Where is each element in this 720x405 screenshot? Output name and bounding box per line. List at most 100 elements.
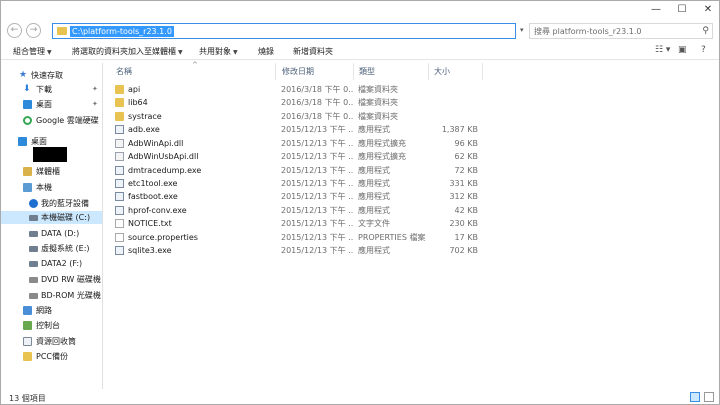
nav-scrollbar[interactable] [102, 63, 103, 389]
file-date: 2015/12/13 下午 ... [281, 233, 353, 242]
column-header-name[interactable]: 名稱 [116, 66, 132, 77]
file-row[interactable]: etc1tool.exe 2015/12/13 下午 ... 應用程式 331 … [112, 177, 482, 190]
column-separator[interactable] [353, 63, 354, 80]
desktop-icon [23, 100, 32, 109]
nav-item-google-drive[interactable]: Google 雲端硬碟 [1, 114, 102, 127]
exe-file-icon [115, 125, 124, 134]
search-box[interactable]: 搜尋 platform-tools_r23.1.0 ⚲ [529, 23, 713, 39]
nav-item-label: 媒體櫃 [36, 167, 60, 176]
nav-item-network[interactable]: 網路 [1, 304, 102, 317]
file-row[interactable]: source.properties 2015/12/13 下午 ... PROP… [112, 231, 482, 244]
folder-icon [23, 352, 32, 361]
details-view-icon[interactable] [690, 392, 700, 402]
nav-item-control-panel[interactable]: 控制台 [1, 319, 102, 332]
organize-button[interactable]: 組合管理 ▼ [13, 46, 52, 57]
nav-item-desktop[interactable]: 桌面 ✦ [1, 98, 102, 111]
dll-file-icon [115, 139, 124, 148]
nav-item-dvd[interactable]: DVD RW 磁碟機 ( [1, 273, 102, 286]
file-date: 2015/12/13 下午 ... [281, 166, 353, 175]
minimize-button[interactable]: — [646, 3, 666, 17]
file-date: 2016/3/18 下午 0... [281, 112, 353, 121]
large-icons-view-icon[interactable] [704, 392, 714, 402]
file-row[interactable]: sqlite3.exe 2015/12/13 下午 ... 應用程式 702 K… [112, 244, 482, 257]
help-icon[interactable]: ? [701, 45, 706, 55]
back-arrow-icon[interactable]: ← [7, 23, 22, 38]
nav-item-recycle-bin[interactable]: 資源回收筒 [1, 335, 102, 348]
burn-button[interactable]: 燒錄 [258, 46, 274, 57]
pin-icon[interactable]: ✦ [92, 83, 98, 96]
file-date: 2016/3/18 下午 0... [281, 98, 353, 107]
file-name: adb.exe [128, 125, 160, 134]
nav-item-label: 我的藍牙設備 [41, 199, 89, 208]
file-row[interactable]: NOTICE.txt 2015/12/13 下午 ... 文字文件 230 KB [112, 217, 482, 230]
network-icon [23, 306, 32, 315]
maximize-button[interactable]: ☐ [672, 3, 692, 17]
column-separator[interactable] [482, 63, 483, 80]
add-to-library-button[interactable]: 將選取的資料夾加入至媒體櫃 ▼ [72, 46, 183, 57]
file-row[interactable]: systrace 2016/3/18 下午 0... 檔案資料夾 [112, 110, 482, 123]
file-row[interactable]: api 2016/3/18 下午 0... 檔案資料夾 [112, 83, 482, 96]
address-path[interactable]: C:\platform-tools_r23.1.0 [70, 26, 174, 37]
column-header-date[interactable]: 修改日期 [282, 66, 314, 77]
share-with-button[interactable]: 共用對象 ▼ [199, 46, 238, 57]
file-name: hprof-conv.exe [128, 206, 187, 215]
exe-file-icon [115, 192, 124, 201]
star-icon: ★ [19, 70, 28, 80]
nav-item-label: 控制台 [36, 321, 60, 330]
search-input[interactable]: 搜尋 platform-tools_r23.1.0 [534, 26, 641, 37]
nav-item-bluetooth[interactable]: 我的藍牙設備 [1, 197, 102, 210]
file-type: PROPERTIES 檔案 [358, 233, 426, 242]
folder-icon [57, 27, 67, 35]
file-row[interactable]: hprof-conv.exe 2015/12/13 下午 ... 應用程式 42… [112, 204, 482, 217]
file-date: 2015/12/13 下午 ... [281, 192, 353, 201]
nav-item-bd[interactable]: BD-ROM 光碟機 ( [1, 289, 102, 302]
nav-item-drive-e[interactable]: 虛擬系統 (E:) [1, 242, 102, 255]
column-separator[interactable] [275, 63, 276, 80]
nav-item-downloads[interactable]: ⬇ 下載 ✦ [1, 83, 102, 96]
forward-arrow-icon[interactable]: → [26, 23, 41, 38]
file-row[interactable]: fastboot.exe 2015/12/13 下午 ... 應用程式 312 … [112, 190, 482, 203]
google-drive-icon [23, 116, 32, 125]
column-header-type[interactable]: 類型 [359, 66, 375, 77]
column-header-size[interactable]: 大小 [434, 66, 450, 77]
file-date: 2016/3/18 下午 0... [281, 85, 353, 94]
file-row[interactable]: AdbWinUsbApi.dll 2015/12/13 下午 ... 應用程式擴… [112, 150, 482, 163]
file-type: 應用程式 [358, 125, 390, 134]
change-view-icon[interactable]: ☷ ▾ [655, 45, 670, 55]
chevron-down-icon[interactable]: ▾ [520, 26, 524, 34]
nav-item-label: DATA (D:) [41, 229, 80, 238]
nav-item-drive-f[interactable]: DATA2 (F:) [1, 257, 102, 270]
nav-item-quick-access[interactable]: ★ 快速存取 [1, 69, 102, 82]
nav-item-drive-c[interactable]: 本機磁碟 (C:) [1, 211, 102, 224]
new-folder-button[interactable]: 新增資料夾 [293, 46, 333, 57]
file-row[interactable]: dmtracedump.exe 2015/12/13 下午 ... 應用程式 7… [112, 164, 482, 177]
download-icon: ⬇ [23, 84, 31, 94]
drive-icon [29, 246, 38, 252]
file-size: 1,387 KB [441, 125, 478, 134]
file-size: 331 KB [449, 179, 478, 188]
file-row[interactable]: lib64 2016/3/18 下午 0... 檔案資料夾 [112, 96, 482, 109]
file-name: systrace [128, 112, 162, 121]
nav-item-library[interactable]: 媒體櫃 [1, 165, 102, 178]
pin-icon[interactable]: ✦ [92, 98, 98, 111]
file-date: 2015/12/13 下午 ... [281, 152, 353, 161]
preview-pane-icon[interactable]: ▣ [678, 45, 687, 55]
organize-label: 組合管理 [13, 47, 45, 56]
file-size: 96 KB [454, 139, 478, 148]
file-row[interactable]: AdbWinApi.dll 2015/12/13 下午 ... 應用程式擴充 9… [112, 137, 482, 150]
nav-item-pcc-backup[interactable]: PCC備份 [1, 350, 102, 363]
library-icon [23, 167, 32, 176]
file-row[interactable]: adb.exe 2015/12/13 下午 ... 應用程式 1,387 KB [112, 123, 482, 136]
file-name: NOTICE.txt [128, 219, 172, 228]
search-icon[interactable]: ⚲ [702, 26, 709, 36]
column-separator[interactable] [428, 63, 429, 80]
nav-item-this-pc[interactable]: 本機 [1, 181, 102, 194]
nav-item-label: 本機 [36, 183, 52, 192]
nav-item-drive-d[interactable]: DATA (D:) [1, 227, 102, 240]
close-button[interactable]: ✕ [698, 3, 718, 17]
drive-icon [29, 215, 38, 221]
address-bar[interactable]: C:\platform-tools_r23.1.0 [52, 23, 516, 39]
file-size: 17 KB [454, 233, 478, 242]
text-file-icon [115, 219, 124, 228]
dll-file-icon [115, 152, 124, 161]
